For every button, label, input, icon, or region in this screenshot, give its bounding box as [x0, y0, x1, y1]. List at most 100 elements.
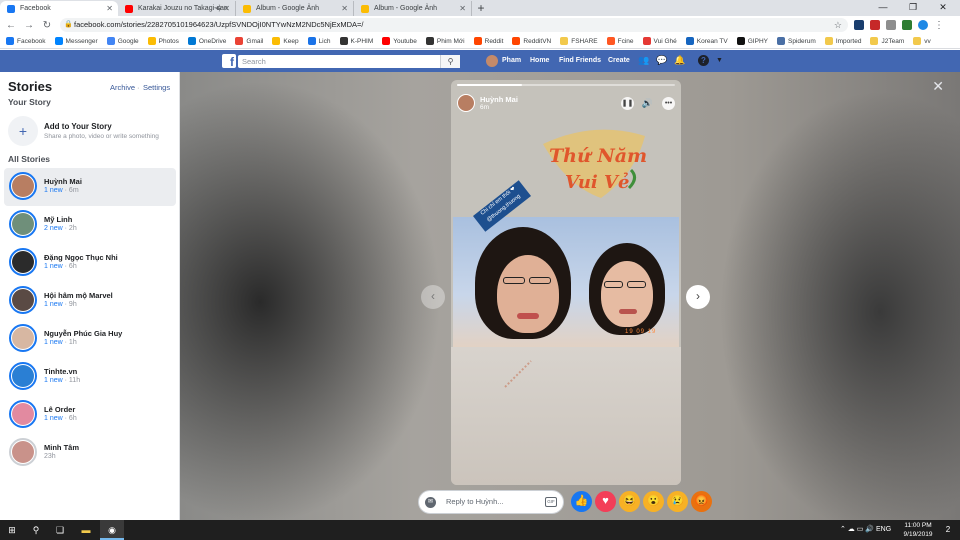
window-close-icon[interactable]: ✕: [928, 0, 958, 16]
messenger-icon[interactable]: 💬: [656, 55, 667, 66]
haha-reaction-icon[interactable]: 😆: [619, 491, 640, 512]
bookmark-item[interactable]: Gmail: [235, 37, 263, 45]
bookmark-item[interactable]: GIPHY: [736, 37, 768, 45]
bookmark-item[interactable]: J2Team: [870, 37, 904, 45]
back-icon[interactable]: ←: [4, 20, 18, 31]
clock-time[interactable]: 11:00 PM: [900, 522, 936, 529]
previous-story-icon[interactable]: ‹: [421, 285, 445, 309]
chrome-taskbar-icon[interactable]: ◉: [100, 520, 124, 540]
like-reaction-icon[interactable]: 👍: [571, 491, 592, 512]
bookmark-item[interactable]: Facebook: [6, 37, 46, 45]
bookmark-item[interactable]: Phim Mới: [425, 37, 465, 45]
close-viewer-icon[interactable]: ✕: [932, 78, 944, 95]
next-story-icon[interactable]: ›: [686, 285, 710, 309]
story-list-item[interactable]: Minh Tâm 23h: [4, 434, 176, 472]
task-view-icon[interactable]: ❏: [50, 520, 70, 540]
bookmark-item[interactable]: FSHARE: [560, 37, 598, 45]
notifications-icon[interactable]: 🔔: [674, 55, 685, 66]
more-options-icon[interactable]: •••: [662, 97, 675, 110]
clock-date[interactable]: 9/19/2019: [900, 531, 936, 538]
bookmark-item[interactable]: Keep: [272, 37, 299, 45]
search-input[interactable]: Search ⚲: [238, 55, 460, 68]
gif-button[interactable]: GIF: [545, 497, 557, 507]
friend-requests-icon[interactable]: 👥: [638, 55, 649, 66]
bookmark-item[interactable]: Photos: [147, 37, 179, 45]
minimize-icon[interactable]: —: [868, 0, 898, 16]
story-list-item[interactable]: Đặng Ngọc Thục Nhi 1 new · 6h: [4, 244, 176, 282]
speaker-icon[interactable]: ◂): [215, 1, 221, 16]
bookmark-item[interactable]: RedditVN: [512, 37, 551, 45]
bookmark-item[interactable]: Reddit: [473, 37, 503, 45]
bookmark-item[interactable]: Vui Ghé: [642, 37, 677, 45]
angry-reaction-icon[interactable]: 😡: [691, 491, 712, 512]
search-icon[interactable]: ⚲: [440, 55, 460, 68]
tab-google-photos-2[interactable]: Album - Google Ảnh ✕: [354, 1, 472, 16]
bookmark-item[interactable]: Youtube: [382, 37, 417, 45]
extension-icon[interactable]: [854, 20, 864, 30]
story-list-item[interactable]: Tinhte.vn 1 new · 11h: [4, 358, 176, 396]
bookmark-item[interactable]: Imported: [824, 37, 861, 45]
file-explorer-icon[interactable]: ▬: [76, 520, 96, 540]
address-bar[interactable]: 🔒 facebook.com/stories/2282705101964623/…: [60, 18, 848, 32]
wow-reaction-icon[interactable]: 😮: [643, 491, 664, 512]
extension-icon[interactable]: [886, 20, 896, 30]
archive-link[interactable]: Archive: [110, 83, 135, 92]
story-list-item[interactable]: Nguyễn Phúc Gia Huy 1 new · 1h: [4, 320, 176, 358]
search-icon[interactable]: ⚲: [26, 520, 46, 540]
pause-icon[interactable]: ❚❚: [621, 97, 634, 110]
reload-icon[interactable]: ↻: [40, 20, 54, 31]
bookmark-item[interactable]: Fcine: [606, 37, 634, 45]
settings-link[interactable]: Settings: [143, 83, 170, 92]
bookmark-item[interactable]: Spiderum: [776, 37, 816, 45]
close-tab-icon[interactable]: ✕: [106, 1, 113, 16]
system-tray-icons[interactable]: ⌃ ☁ ▭ 🔊 ENG: [840, 520, 891, 540]
forward-icon[interactable]: →: [22, 20, 36, 31]
close-tab-icon[interactable]: ✕: [459, 1, 466, 16]
story-author-name[interactable]: Huỳnh Mai: [480, 95, 518, 104]
add-story-subtitle: Share a photo, video or write something: [44, 133, 159, 140]
volume-icon[interactable]: 🔊: [641, 97, 654, 110]
bookmark-item[interactable]: K-PHIM: [339, 37, 373, 45]
bookmark-item[interactable]: Messenger: [54, 37, 98, 45]
profile-avatar[interactable]: [486, 55, 498, 67]
nav-create[interactable]: Create: [608, 50, 630, 72]
story-card[interactable]: 19 09 19 Huỳnh Mai 6m ❚❚ 🔊 ••• Thứ Năm V…: [451, 80, 681, 485]
facebook-logo-icon[interactable]: f: [222, 54, 236, 69]
nav-find-friends[interactable]: Find Friends: [559, 50, 601, 72]
story-list-item[interactable]: Hội hâm mộ Marvel 1 new · 9h: [4, 282, 176, 320]
avatar-image: [12, 251, 34, 273]
new-tab-button[interactable]: +: [472, 1, 490, 16]
story-author-avatar[interactable]: [457, 94, 475, 112]
tab-google-photos-1[interactable]: Album - Google Ảnh ✕: [236, 1, 354, 16]
extension-icon[interactable]: [870, 20, 880, 30]
new-count: 1 new: [44, 301, 63, 308]
bookmark-item[interactable]: OneDrive: [187, 37, 226, 45]
sad-reaction-icon[interactable]: 😢: [667, 491, 688, 512]
bookmark-star-icon[interactable]: ☆: [834, 18, 842, 32]
help-icon[interactable]: ?: [698, 55, 709, 66]
tab-facebook[interactable]: Facebook ✕: [0, 1, 118, 16]
bookmark-item[interactable]: Lich: [307, 37, 331, 45]
add-to-story-button[interactable]: + Add to Your Story Share a photo, video…: [8, 116, 176, 148]
love-reaction-icon[interactable]: ♥: [595, 491, 616, 512]
story-list-item[interactable]: Huỳnh Mai 1 new · 6m: [4, 168, 176, 206]
close-tab-icon[interactable]: ✕: [341, 1, 348, 16]
bookmark-label: Spiderum: [787, 37, 816, 45]
story-list-item[interactable]: Lê Order 1 new · 6h: [4, 396, 176, 434]
reply-input[interactable]: ✉ Reply to Huỳnh... GIF: [418, 490, 564, 514]
notifications-icon[interactable]: 2: [938, 520, 958, 540]
tab-youtube[interactable]: Karakai Jouzu no Takagi-san ◂) ✕: [118, 1, 236, 16]
close-tab-icon[interactable]: ✕: [223, 1, 230, 16]
restore-icon[interactable]: ❐: [898, 0, 928, 16]
nav-home[interactable]: Home: [530, 50, 549, 72]
bookmark-item[interactable]: vv: [913, 37, 931, 45]
profile-link[interactable]: Pham: [502, 50, 521, 72]
menu-kebab-icon[interactable]: ⋮: [932, 20, 946, 31]
bookmark-item[interactable]: Korean TV: [685, 37, 728, 45]
start-icon[interactable]: ⊞: [2, 520, 22, 540]
account-menu-icon[interactable]: ▼: [714, 55, 725, 66]
bookmark-item[interactable]: Google: [106, 37, 139, 45]
profile-icon[interactable]: [918, 20, 928, 30]
extension-icon[interactable]: [902, 20, 912, 30]
story-list-item[interactable]: Mỹ Linh 2 new · 2h: [4, 206, 176, 244]
